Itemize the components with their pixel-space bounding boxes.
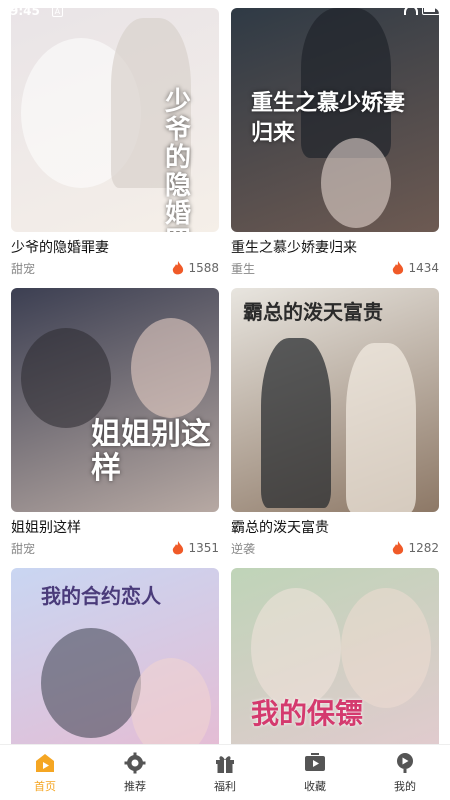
drama-poster[interactable]: 姐姐别这样 [11, 288, 219, 512]
tab-favorites[interactable]: 收藏 [280, 751, 350, 794]
drama-poster[interactable]: 霸总的泼天富贵 [231, 288, 439, 512]
tab-label: 首页 [34, 780, 56, 793]
tab-profile[interactable]: 我的 [370, 751, 440, 794]
drama-card[interactable]: 重生之慕少娇妻归来 重生之慕少娇妻归来 重生 1434 [231, 8, 439, 278]
drama-title: 少爷的隐婚罪妻 [11, 240, 109, 256]
poster-title: 我的合约恋人 [41, 584, 161, 608]
battery-icon [422, 5, 440, 15]
flame-icon [393, 260, 404, 274]
genre-tag: 重生 [231, 261, 256, 276]
poster-title: 我的保镖 [251, 697, 364, 730]
status-indicators [404, 5, 440, 15]
poster-title: 姐姐别这样 [91, 417, 211, 486]
notification-badge-icon: A [51, 5, 63, 17]
profile-icon [397, 753, 413, 773]
flame-icon [393, 540, 404, 554]
drama-title: 霸总的泼天富贵 [231, 520, 329, 536]
tab-label: 收藏 [304, 780, 326, 793]
drama-grid: 少爷的隐婚罪妻 少爷的隐婚罪妻 甜宠 1588 重生之慕少娇妻归来 重生之慕少娇… [11, 8, 439, 800]
drama-poster[interactable]: 重生之慕少娇妻归来 [231, 8, 439, 232]
poster-title: 少爷的隐婚罪妻 [165, 87, 192, 232]
heat-count: 1588 [172, 260, 219, 276]
heat-value: 1434 [408, 261, 439, 275]
genre-tag: 逆袭 [231, 541, 256, 556]
status-bar: 9:45 A [0, 0, 450, 22]
genre-tag: 甜宠 [11, 261, 36, 276]
genre-tag: 甜宠 [11, 541, 36, 556]
bottom-tab-bar: 首页 推荐 福利 收藏 我的 [0, 744, 450, 800]
tab-recommend[interactable]: 推荐 [100, 751, 170, 794]
heat-value: 1588 [188, 261, 219, 275]
poster-title: 重生之慕少娇妻归来 [251, 90, 406, 146]
tab-label: 我的 [394, 780, 416, 793]
gift-icon [216, 756, 234, 773]
poster-title: 霸总的泼天富贵 [243, 300, 383, 324]
drama-card[interactable]: 霸总的泼天富贵 霸总的泼天富贵 逆袭 1282 [231, 288, 439, 558]
drama-poster[interactable]: 少爷的隐婚罪妻 [11, 8, 219, 232]
tab-home[interactable]: 首页 [10, 751, 80, 794]
wifi-icon [404, 5, 418, 15]
drama-card[interactable]: 少爷的隐婚罪妻 少爷的隐婚罪妻 甜宠 1588 [11, 8, 219, 278]
home-play-icon [36, 754, 54, 772]
tv-play-icon [305, 753, 325, 771]
tab-welfare[interactable]: 福利 [190, 751, 260, 794]
drama-title: 姐姐别这样 [11, 520, 81, 536]
heat-count: 1351 [172, 540, 219, 556]
tab-label: 推荐 [124, 780, 146, 793]
drama-title: 重生之慕少娇妻归来 [231, 240, 357, 256]
heat-value: 1351 [188, 541, 219, 555]
heat-count: 1282 [392, 540, 439, 556]
status-time: 9:45 [10, 4, 40, 18]
gear-icon [124, 752, 146, 774]
flame-icon [173, 260, 184, 274]
heat-value: 1282 [408, 541, 439, 555]
heat-count: 1434 [392, 260, 439, 276]
tab-label: 福利 [214, 780, 236, 793]
flame-icon [173, 540, 184, 554]
drama-card[interactable]: 姐姐别这样 姐姐别这样 甜宠 1351 [11, 288, 219, 558]
